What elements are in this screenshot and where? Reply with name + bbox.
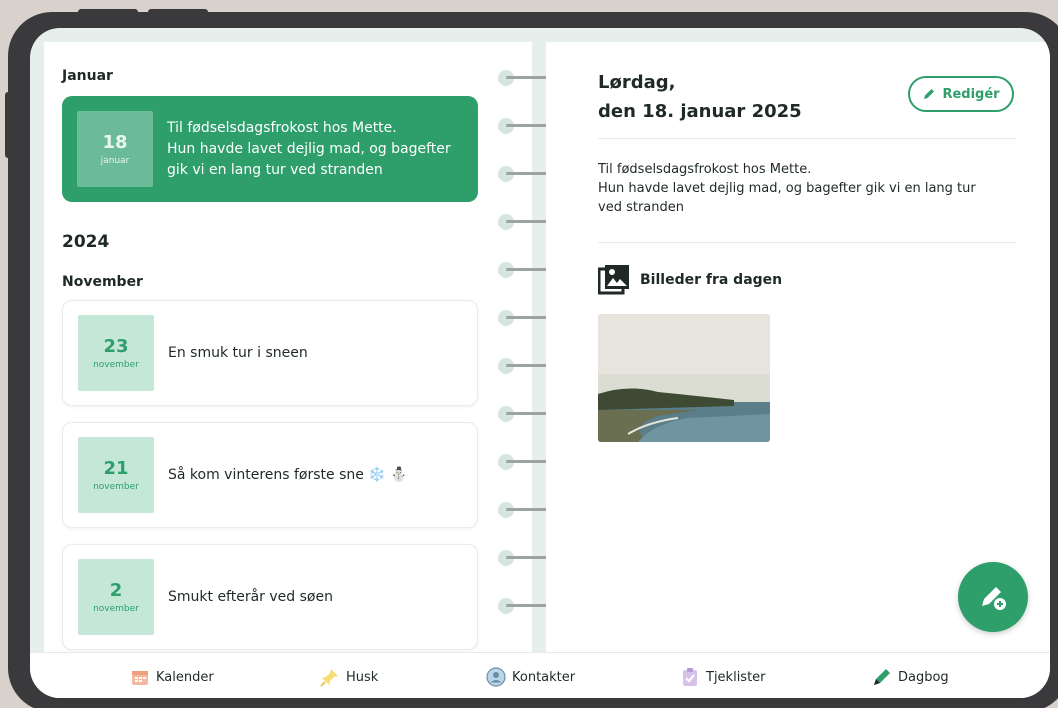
body-line: Til fødselsdagsfrokost hos Mette. xyxy=(598,162,812,177)
entry-preview: Smukt efterår ved søen xyxy=(168,588,333,605)
edit-button[interactable]: Redigér xyxy=(908,76,1014,112)
diary-entry-selected[interactable]: 18 januar Til fødselsdagsfrokost hos Met… xyxy=(62,96,478,202)
divider xyxy=(598,242,1016,243)
title-line: den 18. januar 2025 xyxy=(598,101,802,122)
nav-label: Kontakter xyxy=(512,669,576,685)
pin-icon xyxy=(320,667,340,687)
photos-section-heading: Billeder fra dagen xyxy=(598,264,782,296)
tablet-button xyxy=(78,9,138,15)
month-heading-january: Januar xyxy=(62,68,113,84)
divider xyxy=(598,138,1016,139)
date-badge: 2 november xyxy=(78,559,154,635)
date-month: november xyxy=(93,604,139,614)
clipboard-icon xyxy=(680,667,700,687)
year-heading: 2024 xyxy=(62,232,110,252)
nav-husk[interactable]: Husk xyxy=(320,667,378,687)
pencil-plus-icon xyxy=(982,587,1006,610)
entry-preview: En smuk tur i sneen xyxy=(168,344,308,361)
gallery-icon xyxy=(598,265,629,295)
nav-kalender[interactable]: Kalender xyxy=(130,667,214,687)
entry-body: Til fødselsdagsfrokost hos Mette. Hun ha… xyxy=(598,160,1014,217)
tablet-button xyxy=(5,92,11,158)
tablet-button xyxy=(148,9,208,15)
body-line: ved stranden xyxy=(598,200,684,215)
nav-dagbog[interactable]: Dagbog xyxy=(872,667,949,687)
entry-line: Til fødselsdagsfrokost hos Mette. xyxy=(167,119,397,136)
date-badge: 18 januar xyxy=(77,111,153,187)
nav-label: Kalender xyxy=(156,669,214,685)
date-day: 18 xyxy=(102,132,128,153)
date-badge: 23 november xyxy=(78,315,154,391)
pen-icon xyxy=(872,667,892,687)
calendar-icon xyxy=(130,667,150,687)
title-line: Lørdag, xyxy=(598,72,676,93)
contacts-icon xyxy=(486,667,506,687)
entry-preview: Til fødselsdagsfrokost hos Mette. Hun ha… xyxy=(167,118,451,181)
date-badge: 21 november xyxy=(78,437,154,513)
diary-entry[interactable]: 23 november En smuk tur i sneen xyxy=(62,300,478,406)
nav-label: Dagbog xyxy=(898,669,949,685)
pencil-icon xyxy=(924,89,935,99)
nav-label: Tjeklister xyxy=(706,669,766,685)
date-day: 21 xyxy=(103,458,129,479)
date-month: november xyxy=(93,482,139,492)
body-line: Hun havde lavet dejlig mad, og bagefter … xyxy=(598,181,976,196)
entry-line: Hun havde lavet dejlig mad, og bagefter xyxy=(167,140,451,157)
date-day: 2 xyxy=(109,580,123,601)
entry-line: gik vi en lang tur ved stranden xyxy=(167,161,383,178)
nav-kontakter[interactable]: Kontakter xyxy=(486,667,575,687)
date-month: november xyxy=(93,360,139,370)
new-entry-button[interactable] xyxy=(958,562,1028,632)
day-photo[interactable] xyxy=(598,314,770,442)
diary-entry[interactable]: 2 november Smukt efterår ved søen xyxy=(62,544,478,650)
month-heading-november: November xyxy=(62,274,143,290)
date-day: 23 xyxy=(103,336,129,357)
diary-entry[interactable]: 21 november Så kom vinterens første sne … xyxy=(62,422,478,528)
entry-date-title: Lørdag, den 18. januar 2025 xyxy=(598,68,802,126)
diary-list-page[interactable]: Januar 18 januar Til fødselsdagsfrokost … xyxy=(44,42,532,662)
bottom-navigation: Kalender Husk Kontakter Tjeklister Dagbo… xyxy=(30,652,1050,698)
beach-photo-image xyxy=(598,314,770,442)
edit-button-label: Redigér xyxy=(942,86,1000,102)
screen: Januar 18 januar Til fødselsdagsfrokost … xyxy=(30,28,1050,698)
nav-label: Husk xyxy=(346,669,379,685)
nav-tjeklister[interactable]: Tjeklister xyxy=(680,667,766,687)
entry-preview: Så kom vinterens første sne ❄️ ⛄ xyxy=(168,466,408,483)
photos-heading: Billeder fra dagen xyxy=(640,272,783,288)
date-month: januar xyxy=(100,156,130,166)
